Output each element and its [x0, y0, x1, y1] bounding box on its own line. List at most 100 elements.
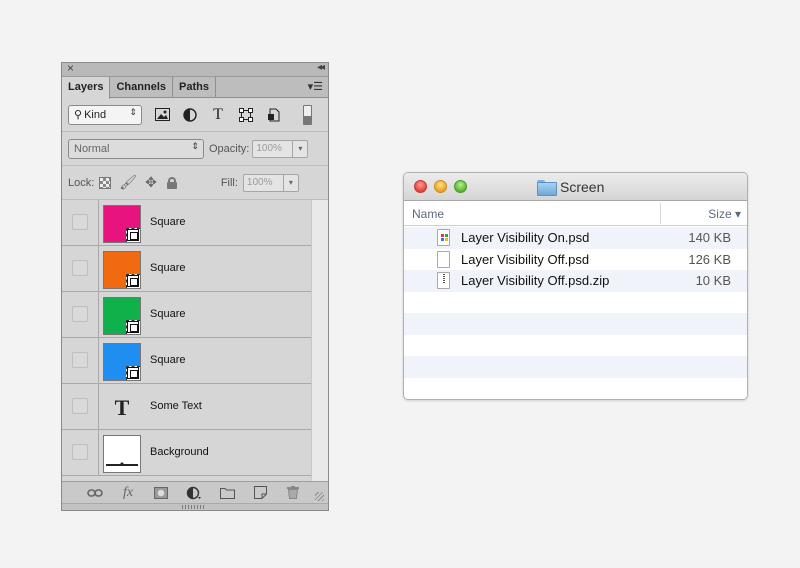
search-icon: ⚲ — [74, 109, 83, 121]
name-column-header[interactable]: Name — [412, 207, 444, 221]
filter-row: ⚲ Kind ⇕ T — [62, 98, 328, 132]
add-mask-icon[interactable] — [153, 485, 169, 501]
visibility-toggle[interactable] — [72, 444, 88, 460]
type-layer-filter-icon[interactable]: T — [210, 106, 226, 123]
kind-filter-label: Kind — [84, 108, 107, 121]
zip-file-icon — [437, 272, 450, 289]
new-group-folder-icon[interactable] — [219, 485, 235, 501]
tab-channels[interactable]: Channels — [110, 77, 173, 97]
adjustment-layer-filter-icon[interactable] — [182, 107, 198, 123]
visibility-toggle[interactable] — [72, 352, 88, 368]
fill-field[interactable]: 100% ▾ — [242, 173, 299, 192]
file-size: 10 KB — [695, 273, 731, 288]
opacity-field[interactable]: 100% ▾ — [252, 139, 309, 158]
lock-position-move-icon[interactable]: ✥ — [145, 174, 157, 191]
layer-name[interactable]: Square — [150, 216, 185, 228]
background-layer-thumbnail — [103, 435, 141, 473]
finder-window: Screen Name Size ▾ Layer Visibility On.p… — [403, 172, 748, 400]
blend-mode-select[interactable]: Normal ⇕ — [68, 138, 204, 159]
layer-row[interactable]: T Some Text — [62, 384, 328, 430]
kind-filter-select[interactable]: ⚲ Kind ⇕ — [68, 104, 142, 125]
pixel-layer-filter-icon[interactable] — [154, 107, 170, 123]
empty-row — [404, 313, 747, 335]
visibility-toggle[interactable] — [72, 306, 88, 322]
empty-row — [404, 377, 747, 399]
layer-row[interactable]: Background — [62, 430, 328, 476]
close-icon[interactable]: × — [67, 63, 74, 75]
layer-style-fx-icon[interactable]: fx — [120, 485, 136, 501]
layer-name[interactable]: Square — [150, 262, 185, 274]
layers-panel: × ◂◂ Layers Channels Paths ▾☰ ⚲ Kind ⇕ T — [61, 62, 329, 511]
visibility-toggle[interactable] — [72, 260, 88, 276]
file-row[interactable]: Layer Visibility Off.psd 126 KB — [404, 248, 747, 270]
visibility-toggle[interactable] — [72, 214, 88, 230]
smart-object-filter-icon[interactable] — [266, 107, 282, 123]
file-row[interactable]: Layer Visibility On.psd 140 KB — [404, 227, 747, 249]
layers-bottom-toolbar: fx — [62, 481, 328, 503]
layer-row[interactable]: Square — [62, 200, 328, 246]
panel-titlebar: × ◂◂ — [62, 63, 328, 77]
new-layer-icon[interactable] — [252, 485, 268, 501]
empty-row — [404, 356, 747, 378]
file-row[interactable]: Layer Visibility Off.psd.zip 10 KB — [404, 270, 747, 292]
window-title-text: Screen — [560, 179, 605, 195]
vector-mask-icon — [127, 275, 139, 287]
layer-row[interactable]: Square — [62, 292, 328, 338]
lock-image-brush-icon[interactable]: 🖌 — [119, 174, 137, 191]
chevron-down-icon[interactable]: ▾ — [282, 174, 298, 191]
file-list: Layer Visibility On.psd 140 KB Layer Vis… — [404, 227, 747, 399]
vector-mask-icon — [127, 229, 139, 241]
layer-name[interactable]: Background — [150, 446, 209, 458]
empty-row — [404, 334, 747, 356]
file-size: 140 KB — [688, 230, 731, 245]
minimize-window-button[interactable] — [434, 180, 447, 193]
layer-thumbnail — [103, 297, 141, 335]
resize-grip-icon[interactable] — [315, 492, 324, 501]
chevron-down-icon[interactable]: ▾ — [292, 140, 307, 157]
panel-resize-handle[interactable] — [62, 503, 328, 510]
tab-paths[interactable]: Paths — [173, 77, 216, 97]
panel-menu-icon[interactable]: ▾☰ — [308, 80, 323, 93]
fill-label: Fill: — [220, 176, 238, 189]
opacity-value: 100% — [256, 143, 282, 154]
size-column-header[interactable]: Size ▾ — [708, 207, 741, 221]
visibility-toggle[interactable] — [72, 398, 88, 414]
shape-layer-filter-icon[interactable] — [238, 107, 254, 123]
lock-label: Lock: — [68, 176, 95, 189]
close-window-button[interactable] — [414, 180, 427, 193]
panel-tabs: Layers Channels Paths ▾☰ — [62, 77, 328, 99]
file-size: 126 KB — [688, 251, 731, 267]
layer-name[interactable]: Square — [150, 308, 185, 320]
file-name[interactable]: Layer Visibility Off.psd.zip — [461, 273, 609, 288]
lock-transparent-icon[interactable] — [99, 176, 112, 189]
link-layers-icon[interactable] — [87, 485, 103, 501]
new-adjustment-layer-icon[interactable] — [186, 485, 202, 501]
psd-file-icon — [437, 229, 450, 246]
blank-file-icon — [437, 250, 450, 268]
blend-mode-value: Normal — [74, 142, 110, 155]
lock-row: Lock: 🖌 ✥ Fill: 100% ▾ — [62, 166, 328, 200]
layer-row[interactable]: Square — [62, 246, 328, 292]
layers-list: Square Square Square Square T Some Text … — [62, 200, 328, 482]
vector-mask-icon — [127, 367, 139, 379]
layer-thumbnail — [103, 205, 141, 243]
blend-row: Normal ⇕ Opacity: 100% ▾ — [62, 132, 328, 166]
updown-arrow-icon: ⇕ — [129, 106, 137, 117]
vector-mask-icon — [127, 321, 139, 333]
layer-name[interactable]: Square — [150, 354, 185, 366]
tab-layers[interactable]: Layers — [62, 77, 111, 99]
zoom-window-button[interactable] — [454, 180, 467, 193]
folder-icon — [537, 180, 557, 196]
layer-row[interactable]: Square — [62, 338, 328, 384]
window-title: Screen — [537, 179, 605, 196]
lock-all-padlock-icon[interactable] — [166, 176, 177, 189]
file-name[interactable]: Layer Visibility On.psd — [461, 230, 589, 245]
delete-trash-icon[interactable] — [285, 485, 301, 501]
layers-scrollbar[interactable] — [311, 200, 328, 482]
collapse-icon[interactable]: ◂◂ — [317, 63, 325, 73]
layer-thumbnail — [103, 343, 141, 381]
filter-toggle-switch[interactable] — [303, 105, 312, 125]
fill-value: 100% — [246, 177, 273, 188]
file-name[interactable]: Layer Visibility Off.psd — [461, 252, 589, 267]
layer-name[interactable]: Some Text — [150, 400, 202, 412]
